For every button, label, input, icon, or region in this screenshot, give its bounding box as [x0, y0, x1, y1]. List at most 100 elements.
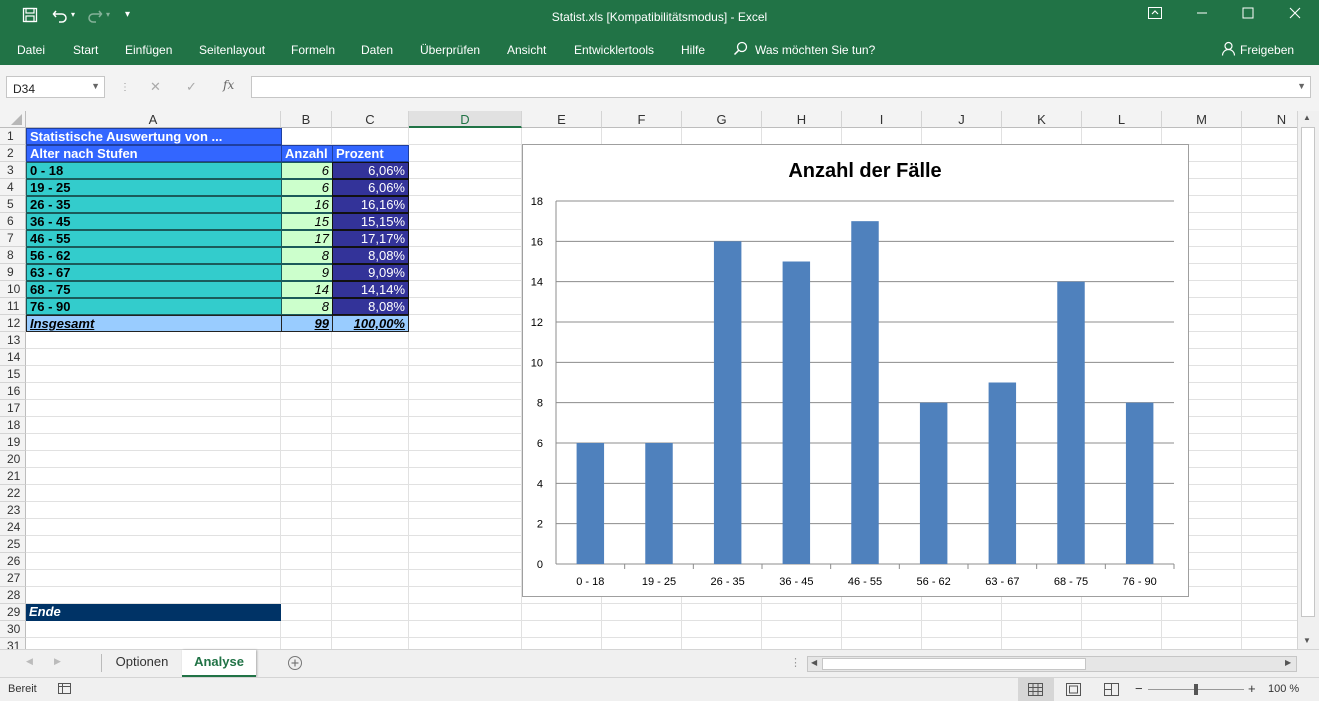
menu-formeln[interactable]: Formeln: [291, 43, 335, 57]
column-header-j[interactable]: J: [922, 111, 1002, 128]
column-header-f[interactable]: F: [602, 111, 682, 128]
menu-daten[interactable]: Daten: [361, 43, 393, 57]
total-percent-cell[interactable]: 100,00%: [332, 315, 409, 332]
row-header[interactable]: 28: [0, 587, 26, 604]
select-all-corner[interactable]: [0, 111, 26, 128]
name-box[interactable]: D34 ▼: [6, 76, 105, 98]
row-header[interactable]: 4: [0, 179, 26, 196]
count-cell[interactable]: 6: [281, 179, 333, 196]
percent-cell[interactable]: 9,09%: [332, 264, 409, 281]
column-header-d[interactable]: D: [409, 111, 522, 128]
category-cell[interactable]: 46 - 55: [26, 230, 282, 247]
menu-entwicklertools[interactable]: Entwicklertools: [574, 43, 654, 57]
percent-cell[interactable]: 6,06%: [332, 179, 409, 196]
share-button[interactable]: Freigeben: [1240, 43, 1294, 57]
column-header-k[interactable]: K: [1002, 111, 1082, 128]
zoom-in-button[interactable]: +: [1248, 681, 1256, 696]
column-header-b[interactable]: B: [281, 111, 332, 128]
row-header[interactable]: 11: [0, 298, 26, 315]
bar-chart[interactable]: Anzahl der Fälle 0 2 4 6 8 10 12 14 16 18 0 - 18 19 …: [522, 144, 1189, 597]
row-header[interactable]: 9: [0, 264, 26, 281]
chevron-down-icon[interactable]: ▼: [91, 81, 100, 91]
count-cell[interactable]: 8: [281, 247, 333, 264]
header-percent-cell[interactable]: Prozent: [332, 145, 409, 162]
maximize-icon[interactable]: [1225, 6, 1271, 23]
column-header-h[interactable]: H: [762, 111, 842, 128]
end-cell[interactable]: Ende: [26, 604, 281, 621]
normal-view-icon[interactable]: [1028, 683, 1043, 699]
formula-input[interactable]: ▼: [251, 76, 1311, 98]
tab-analyse[interactable]: Analyse: [182, 650, 256, 677]
category-cell[interactable]: 0 - 18: [26, 162, 282, 179]
column-header-g[interactable]: G: [682, 111, 762, 128]
row-header[interactable]: 23: [0, 502, 26, 519]
zoom-slider-thumb[interactable]: [1194, 684, 1198, 695]
zoom-level[interactable]: 100 %: [1268, 683, 1299, 695]
row-header[interactable]: 14: [0, 349, 26, 366]
header-count-cell[interactable]: Anzahl: [281, 145, 333, 162]
row-header[interactable]: 6: [0, 213, 26, 230]
row-header[interactable]: 1: [0, 128, 26, 145]
header-age-cell[interactable]: Alter nach Stufen: [26, 145, 282, 162]
minimize-icon[interactable]: [1179, 6, 1225, 23]
share-icon[interactable]: [1221, 41, 1236, 59]
row-header[interactable]: 22: [0, 485, 26, 502]
close-icon[interactable]: [1272, 6, 1318, 23]
row-header[interactable]: 15: [0, 366, 26, 383]
column-header-l[interactable]: L: [1082, 111, 1162, 128]
expand-formula-bar-icon[interactable]: ▼: [1297, 81, 1306, 91]
menu-ueberpruefen[interactable]: Überprüfen: [420, 43, 480, 57]
category-cell[interactable]: 56 - 62: [26, 247, 282, 264]
scroll-up-icon[interactable]: ▲: [1303, 113, 1311, 122]
table-title-cell[interactable]: Statistische Auswertung von ...: [26, 128, 282, 145]
macro-record-icon[interactable]: [58, 682, 72, 698]
row-header[interactable]: 21: [0, 468, 26, 485]
percent-cell[interactable]: 8,08%: [332, 298, 409, 315]
row-header[interactable]: 5: [0, 196, 26, 213]
tab-split-handle-icon[interactable]: ⋮: [790, 656, 801, 669]
row-header[interactable]: 18: [0, 417, 26, 434]
percent-cell[interactable]: 8,08%: [332, 247, 409, 264]
zoom-out-button[interactable]: −: [1135, 681, 1143, 696]
count-cell[interactable]: 6: [281, 162, 333, 179]
enter-icon[interactable]: ✓: [186, 79, 197, 95]
vertical-scroll-thumb[interactable]: [1301, 127, 1315, 617]
row-header[interactable]: 30: [0, 621, 26, 638]
ribbon-display-options-icon[interactable]: [1132, 6, 1178, 23]
category-cell[interactable]: 76 - 90: [26, 298, 282, 315]
total-count-cell[interactable]: 99: [281, 315, 333, 332]
column-header-i[interactable]: I: [842, 111, 922, 128]
row-header[interactable]: 26: [0, 553, 26, 570]
row-header[interactable]: 8: [0, 247, 26, 264]
row-header[interactable]: 2: [0, 145, 26, 162]
tell-me-search[interactable]: Was möchten Sie tun?: [755, 43, 875, 57]
horizontal-scroll-thumb[interactable]: [822, 658, 1086, 670]
row-header[interactable]: 29: [0, 604, 26, 621]
percent-cell[interactable]: 16,16%: [332, 196, 409, 213]
category-cell[interactable]: 36 - 45: [26, 213, 282, 230]
column-header-a[interactable]: A: [26, 111, 281, 128]
percent-cell[interactable]: 15,15%: [332, 213, 409, 230]
column-header-n[interactable]: N: [1242, 111, 1297, 128]
row-header[interactable]: 3: [0, 162, 26, 179]
menu-seitenlayout[interactable]: Seitenlayout: [199, 43, 265, 57]
menu-hilfe[interactable]: Hilfe: [681, 43, 705, 57]
cancel-icon[interactable]: ✕: [150, 79, 161, 95]
count-cell[interactable]: 17: [281, 230, 333, 247]
percent-cell[interactable]: 6,06%: [332, 162, 409, 179]
count-cell[interactable]: 15: [281, 213, 333, 230]
row-header[interactable]: 24: [0, 519, 26, 536]
menu-ansicht[interactable]: Ansicht: [507, 43, 546, 57]
row-header[interactable]: 17: [0, 400, 26, 417]
percent-cell[interactable]: 17,17%: [332, 230, 409, 247]
page-break-view-icon[interactable]: [1104, 683, 1119, 699]
row-header[interactable]: 20: [0, 451, 26, 468]
category-cell[interactable]: 68 - 75: [26, 281, 282, 298]
menu-datei[interactable]: Datei: [17, 43, 45, 57]
vertical-scrollbar[interactable]: ▲ ▼: [1297, 111, 1319, 649]
row-header[interactable]: 19: [0, 434, 26, 451]
column-header-m[interactable]: M: [1162, 111, 1242, 128]
count-cell[interactable]: 16: [281, 196, 333, 213]
scroll-left-icon[interactable]: ◀: [811, 658, 817, 667]
previous-sheet-icon[interactable]: ◀: [26, 656, 33, 667]
